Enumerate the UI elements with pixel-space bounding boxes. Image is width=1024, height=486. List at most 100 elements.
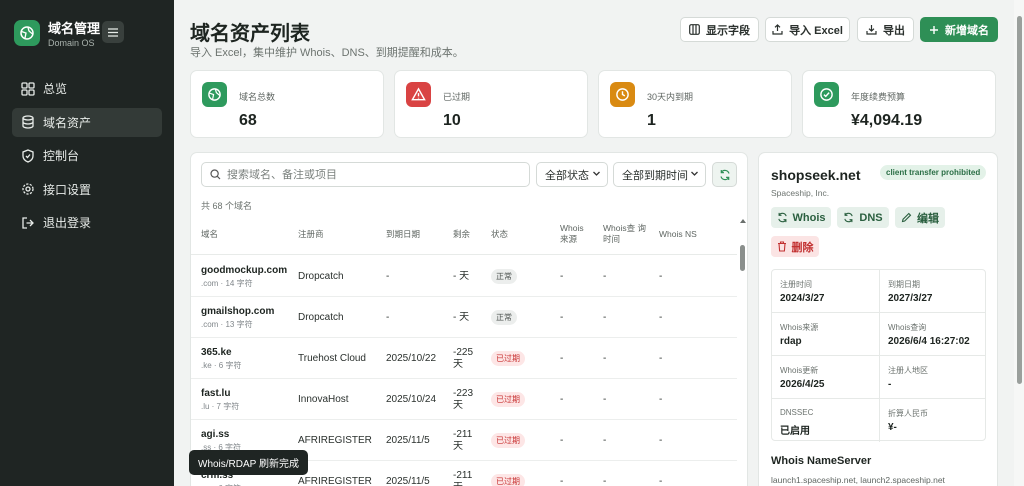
status-badge: 已过期: [491, 433, 525, 448]
table-row[interactable]: gmailshop.com .com · 13 字符 Dropcatch - - 天 正常…: [191, 297, 737, 338]
info-cell: Whois查询 2026/6/4 16:27:02: [879, 313, 986, 356]
registrar-cell: AFRIREGISTER: [298, 476, 372, 486]
expiry-cell: -: [386, 271, 390, 282]
domain-meta: .lu · 7 字符: [201, 401, 240, 411]
time-cell: -: [603, 476, 607, 486]
column-header[interactable]: 剩余: [453, 213, 470, 255]
stat-label: 30天内到期: [647, 92, 694, 102]
expiry-cell: -: [386, 312, 390, 323]
ns-cell: -: [659, 312, 663, 323]
download-icon: [866, 25, 877, 35]
menu-toggle-button[interactable]: [102, 21, 124, 43]
sidebar-item-label: 控制台: [43, 149, 80, 163]
src-cell: -: [560, 353, 564, 364]
remain-cell: - 天: [453, 270, 470, 282]
scrollbar-thumb[interactable]: [740, 245, 745, 271]
dns-refresh-button[interactable]: DNS: [837, 207, 889, 228]
delete-button[interactable]: 删除: [771, 236, 819, 257]
domain-name[interactable]: agi.ss: [201, 429, 229, 440]
search-icon: [210, 169, 221, 180]
ns-cell: -: [659, 476, 663, 486]
sidebar-item-console[interactable]: 控制台: [12, 141, 162, 170]
info-cell: 折算人民币 ¥-: [879, 399, 986, 442]
expiry-cell: 2025/11/5: [386, 476, 430, 486]
registrar-cell: InnovaHost: [298, 394, 349, 405]
refresh-button[interactable]: [712, 162, 737, 187]
sidebar-item-domain-assets[interactable]: 域名资产: [12, 107, 162, 137]
page-subtitle: 导入 Excel，集中维护 Whois、DNS、到期提醒和成本。: [190, 47, 464, 59]
sidebar-item-logout[interactable]: 退出登录: [12, 208, 162, 237]
column-header[interactable]: 注册商: [298, 213, 324, 255]
sidebar-item-api-settings[interactable]: 接口设置: [12, 175, 162, 204]
status-cell: 正常: [491, 256, 517, 297]
column-header[interactable]: Whois查 询时间: [603, 213, 647, 255]
table-header: 域名 注册商 到期日期 剩余 状态 Whois 来源 Whois查 询时间 Wh…: [191, 213, 737, 255]
info-cell: 到期日期 2027/3/27: [879, 270, 986, 313]
domain-name[interactable]: 365.ke: [201, 347, 232, 358]
column-header[interactable]: 状态: [491, 213, 508, 255]
src-cell: -: [560, 271, 564, 282]
status-cell: 正常: [491, 297, 517, 338]
registrar-cell: Truehost Cloud: [298, 353, 366, 364]
expiry-cell: 2025/10/22: [386, 353, 437, 364]
import-excel-button[interactable]: 导入 Excel: [765, 17, 850, 42]
column-header[interactable]: 到期日期: [386, 213, 420, 255]
status-badge: 正常: [491, 310, 517, 325]
domain-meta: .com · 14 字符: [201, 278, 253, 288]
time-cell: -: [603, 435, 607, 446]
ns-cell: -: [659, 271, 663, 282]
ns-cell: -: [659, 394, 663, 405]
stat-value: 10: [443, 112, 461, 129]
src-cell: -: [560, 476, 564, 486]
status-filter-select[interactable]: 全部状态: [536, 162, 608, 187]
export-button[interactable]: 导出: [857, 17, 914, 42]
table-row[interactable]: 365.ke .ke · 6 字符 Truehost Cloud 2025/10/22…: [191, 338, 737, 379]
src-cell: -: [560, 394, 564, 405]
show-fields-button[interactable]: 显示字段: [680, 17, 759, 42]
hamburger-icon: [108, 27, 118, 37]
page-scrollbar[interactable]: [1014, 0, 1024, 486]
info-cell: Whois更新 2026/4/25: [772, 356, 879, 399]
brand[interactable]: 域名管理 Domain OS: [14, 18, 100, 48]
column-header[interactable]: Whois 来源: [560, 213, 594, 255]
stat-label: 年度续费预算: [851, 92, 906, 102]
detail-info-grid: 注册时间 2024/3/27 到期日期 2027/3/27 Whois来源 rdap …: [771, 269, 986, 442]
status-cell: 已过期: [491, 420, 525, 461]
src-cell: -: [560, 312, 564, 323]
column-header[interactable]: 域名: [201, 213, 218, 255]
ns-cell: -: [659, 353, 663, 364]
domain-name[interactable]: fast.lu: [201, 388, 230, 399]
sidebar: 域名管理 Domain OS 总览 域名资产 控制台 接口设置 退出登录: [0, 0, 174, 486]
table-row[interactable]: goodmockup.com .com · 14 字符 Dropcatch - - 天 正…: [191, 256, 737, 297]
info-cell: 注册人地区 -: [879, 356, 986, 399]
chevron-down-icon: [593, 171, 600, 176]
table-scrollbar[interactable]: [739, 215, 747, 486]
table-row[interactable]: fast.lu .lu · 7 字符 InnovaHost 2025/10/24 -22…: [191, 379, 737, 420]
domain-cell: gmailshop.com .com · 13 字符: [201, 297, 274, 338]
domain-detail-panel: shopseek.net Spaceship, Inc. client tran…: [758, 152, 998, 486]
whois-refresh-button[interactable]: Whois: [771, 207, 831, 228]
remain-cell: -225 天: [453, 346, 474, 370]
nameserver-title: Whois NameServer: [771, 455, 872, 467]
sidebar-item-overview[interactable]: 总览: [12, 74, 162, 103]
remain-cell: - 天: [453, 311, 470, 323]
globe-icon: [202, 82, 227, 107]
column-header[interactable]: Whois NS: [659, 213, 697, 255]
add-domain-button[interactable]: 新增域名: [920, 17, 998, 42]
time-cell: -: [603, 271, 607, 282]
domain-name[interactable]: goodmockup.com: [201, 265, 287, 276]
search-input[interactable]: [227, 168, 517, 181]
upload-icon: [772, 24, 783, 35]
info-cell: 注册时间 2024/3/27: [772, 270, 879, 313]
status-badge: 已过期: [491, 351, 525, 366]
edit-button[interactable]: 编辑: [895, 207, 945, 228]
domain-meta: .ke · 6 字符: [201, 360, 242, 370]
plus-icon: [930, 25, 938, 34]
main-content: 域名资产列表 导入 Excel，集中维护 Whois、DNS、到期提醒和成本。 …: [174, 0, 1014, 486]
domain-meta: .com · 13 字符: [201, 319, 253, 329]
check-circle-icon: [814, 82, 839, 107]
expiry-filter-select[interactable]: 全部到期时间: [613, 162, 706, 187]
time-cell: -: [603, 394, 607, 405]
scrollbar-thumb[interactable]: [1017, 16, 1022, 384]
domain-name[interactable]: gmailshop.com: [201, 306, 274, 317]
